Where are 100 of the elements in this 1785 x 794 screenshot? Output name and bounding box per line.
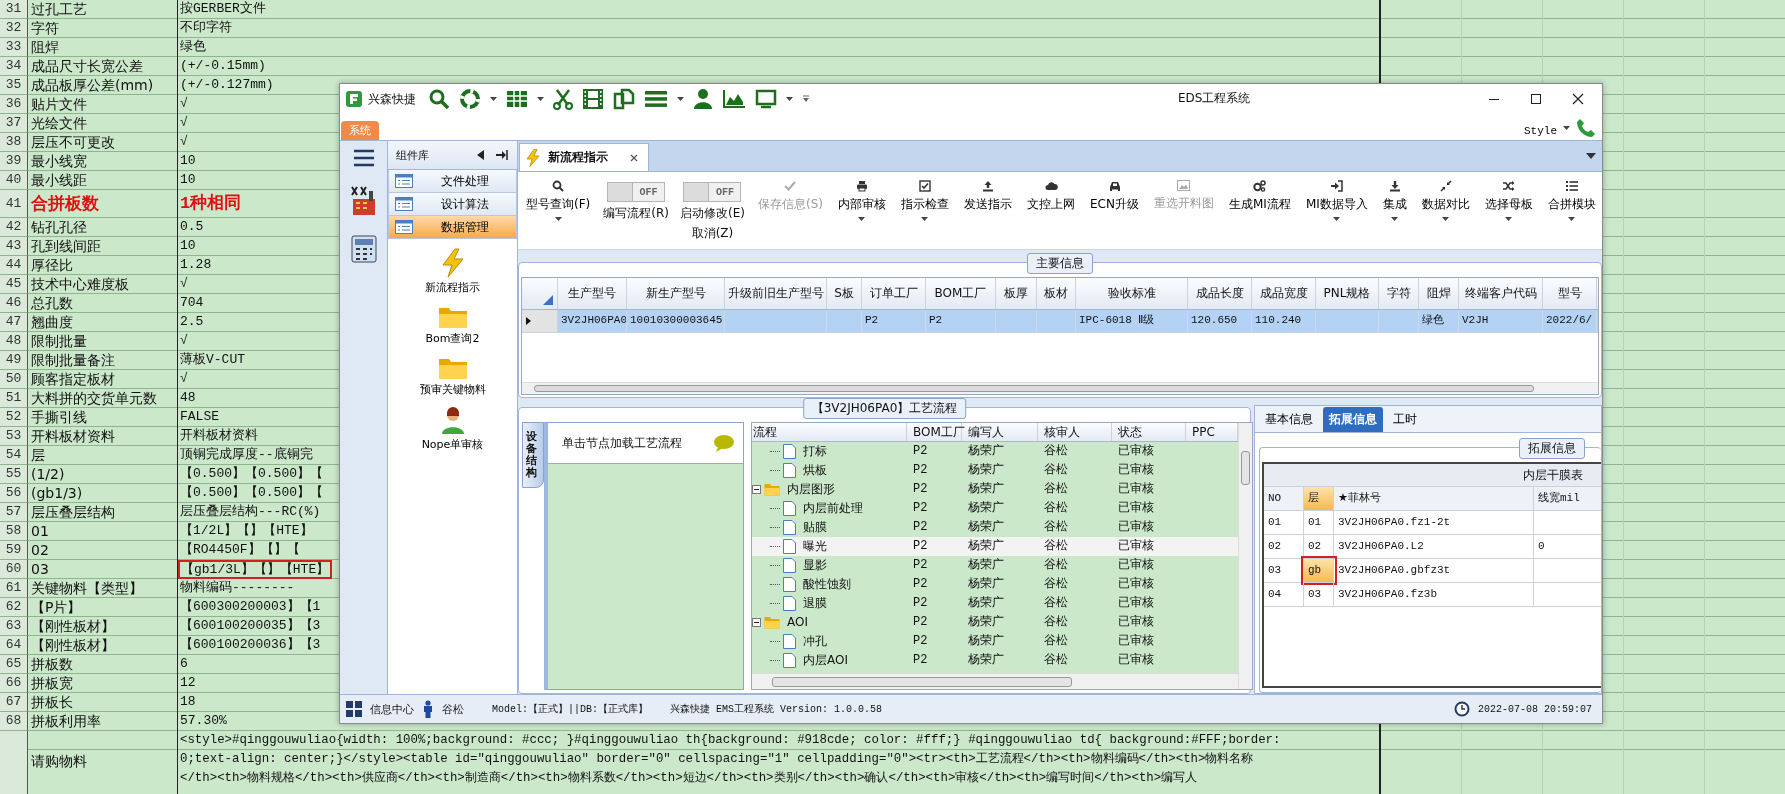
column-header[interactable]: 成品长度 [1188,278,1252,309]
column-header[interactable]: 流程 [752,423,907,441]
tab[interactable]: 拓展信息 [1323,407,1383,432]
tree-row[interactable]: 曝光 P2 杨荣广 谷松 已审核 [752,537,1238,556]
menu-icon[interactable] [352,149,375,167]
row-header[interactable] [0,731,28,794]
shortcut-item[interactable]: Nope单审核 [415,406,490,453]
cancel-button[interactable]: 取消(Z) [691,225,734,242]
column-header[interactable]: 验收标准 [1076,278,1188,309]
caret-icon[interactable] [1391,217,1399,221]
column-header[interactable]: 新生产型号 [627,278,725,309]
grid-icon[interactable] [506,90,528,108]
caret-icon[interactable] [786,97,793,101]
caret-icon[interactable] [554,217,562,221]
scrollbar-thumb[interactable] [772,677,1072,687]
caret-icon[interactable] [1563,126,1570,130]
film-icon[interactable] [582,88,604,110]
caret-icon[interactable] [1505,217,1513,221]
phone-icon[interactable] [1576,118,1596,138]
toolbar-button[interactable]: 发送指示 [962,180,1014,242]
caret-icon[interactable] [490,97,497,101]
toolbar-button[interactable]: ECN升级 [1088,180,1141,242]
table-cell: 10010300003645 [627,310,725,332]
list-icon[interactable] [644,90,668,108]
caret-icon[interactable] [858,217,866,221]
column-header[interactable]: 型号 [1543,278,1597,309]
column-header[interactable]: S板 [827,278,862,309]
close-icon[interactable] [630,153,638,162]
column-header[interactable]: 终端客户代码 [1459,278,1543,309]
area-chart-icon[interactable] [722,89,746,109]
caret-icon[interactable] [1442,217,1450,221]
column-header[interactable]: PNL规格 [1316,278,1379,309]
toolbar-button[interactable]: 文控上网 [1025,180,1077,242]
row-pointer-icon [526,317,531,325]
copy-icon[interactable] [613,88,635,110]
column-header[interactable]: BOM工厂 [926,278,996,309]
table-row[interactable]: 3V2JH06PA0 10010300003645 P2 P2 IPC-6018 Ⅱ级 120.650 110.240 绿色 V2JH 2022/6/ [522,310,1598,333]
maximize-icon[interactable] [1530,93,1542,105]
toolbar-button[interactable]: 数据对比 [1419,180,1472,242]
caret-icon[interactable] [537,97,544,101]
user-icon[interactable] [693,88,713,110]
calculator-icon[interactable] [350,235,377,263]
toolbar-button[interactable]: 指示检查 [899,180,951,242]
column-header[interactable]: 线宽mil [1534,487,1601,510]
caret-icon[interactable] [1568,217,1576,221]
group-item[interactable]: 数据管理 [388,216,517,239]
column-header[interactable]: ★菲林号 [1334,487,1534,510]
table-cell: 层 [31,447,45,463]
customize-icon[interactable] [802,95,810,103]
column-header[interactable]: 状态 [1112,423,1186,441]
shortcut-item[interactable]: Bom查询2 [419,304,486,347]
pin-icon[interactable] [495,149,509,161]
info-center-label[interactable]: 信息中心 [370,701,414,717]
collapse-icon[interactable] [752,485,761,494]
scrollbar-thumb[interactable] [1241,451,1250,485]
search-icon[interactable] [428,88,450,110]
monitor-icon[interactable] [755,89,777,109]
side-tab[interactable]: 设备结构 [522,422,544,489]
dropdown-icon[interactable] [1586,153,1596,159]
scissors-icon[interactable] [553,88,573,110]
style-menu[interactable]: Style [1524,125,1557,137]
column-header[interactable]: 生产型号 [558,278,627,309]
column-header[interactable]: 字符 [1379,278,1419,309]
toolbar-button[interactable]: 内部审核 [835,180,888,242]
column-header[interactable]: 成品宽度 [1252,278,1316,309]
caret-icon[interactable] [677,97,684,101]
column-header[interactable]: 板材 [1037,278,1076,309]
shortcut-item[interactable]: 预审关键物料 [413,355,492,398]
collapse-left-icon[interactable] [477,150,485,160]
column-header[interactable]: 订单工厂 [862,278,926,309]
toolbar-button[interactable]: 合拼模块 [1545,180,1598,242]
toolbar-button[interactable]: 集成 [1380,180,1409,242]
column-header[interactable]: 核审人 [1038,423,1112,441]
caret-icon[interactable] [921,217,929,221]
column-header[interactable]: 阻焊 [1419,278,1459,309]
lifebuoy-icon[interactable] [459,88,481,110]
group-item[interactable]: 文件处理 [388,170,517,193]
caret-icon[interactable] [1333,217,1341,221]
tab[interactable]: 基本信息 [1259,407,1319,432]
scrollbar-thumb[interactable] [534,385,1534,392]
toolbar-button[interactable]: 选择母板 [1482,180,1535,242]
collapse-icon[interactable] [752,618,761,627]
column-header[interactable]: 升级前旧生产型号 [725,278,827,309]
document-tab[interactable]: 新流程指示 [519,143,649,171]
horizontal-scrollbar[interactable] [752,673,1238,689]
grid-icon[interactable] [346,701,362,717]
toolbar-button[interactable]: MI数据导入 [1303,180,1370,242]
column-header[interactable]: 层 [1304,487,1334,510]
column-header[interactable]: 板厚 [996,278,1037,309]
close-icon[interactable] [1572,93,1584,105]
select-all-icon[interactable] [543,295,553,305]
toggle-switch[interactable]: OFF [607,182,666,202]
shortcut-item[interactable]: 新流程指示 [419,247,486,296]
group-item[interactable]: 设计算法 [388,193,517,216]
vertical-scrollbar[interactable] [1238,423,1252,689]
horizontal-scrollbar[interactable] [522,382,1598,394]
toolbar-button[interactable]: 生成MI流程 [1227,180,1293,242]
toolbar-button[interactable]: 型号查询(F) [524,180,593,242]
tab[interactable]: 工时 [1387,407,1423,432]
toggle-switch[interactable]: OFF [683,182,742,202]
